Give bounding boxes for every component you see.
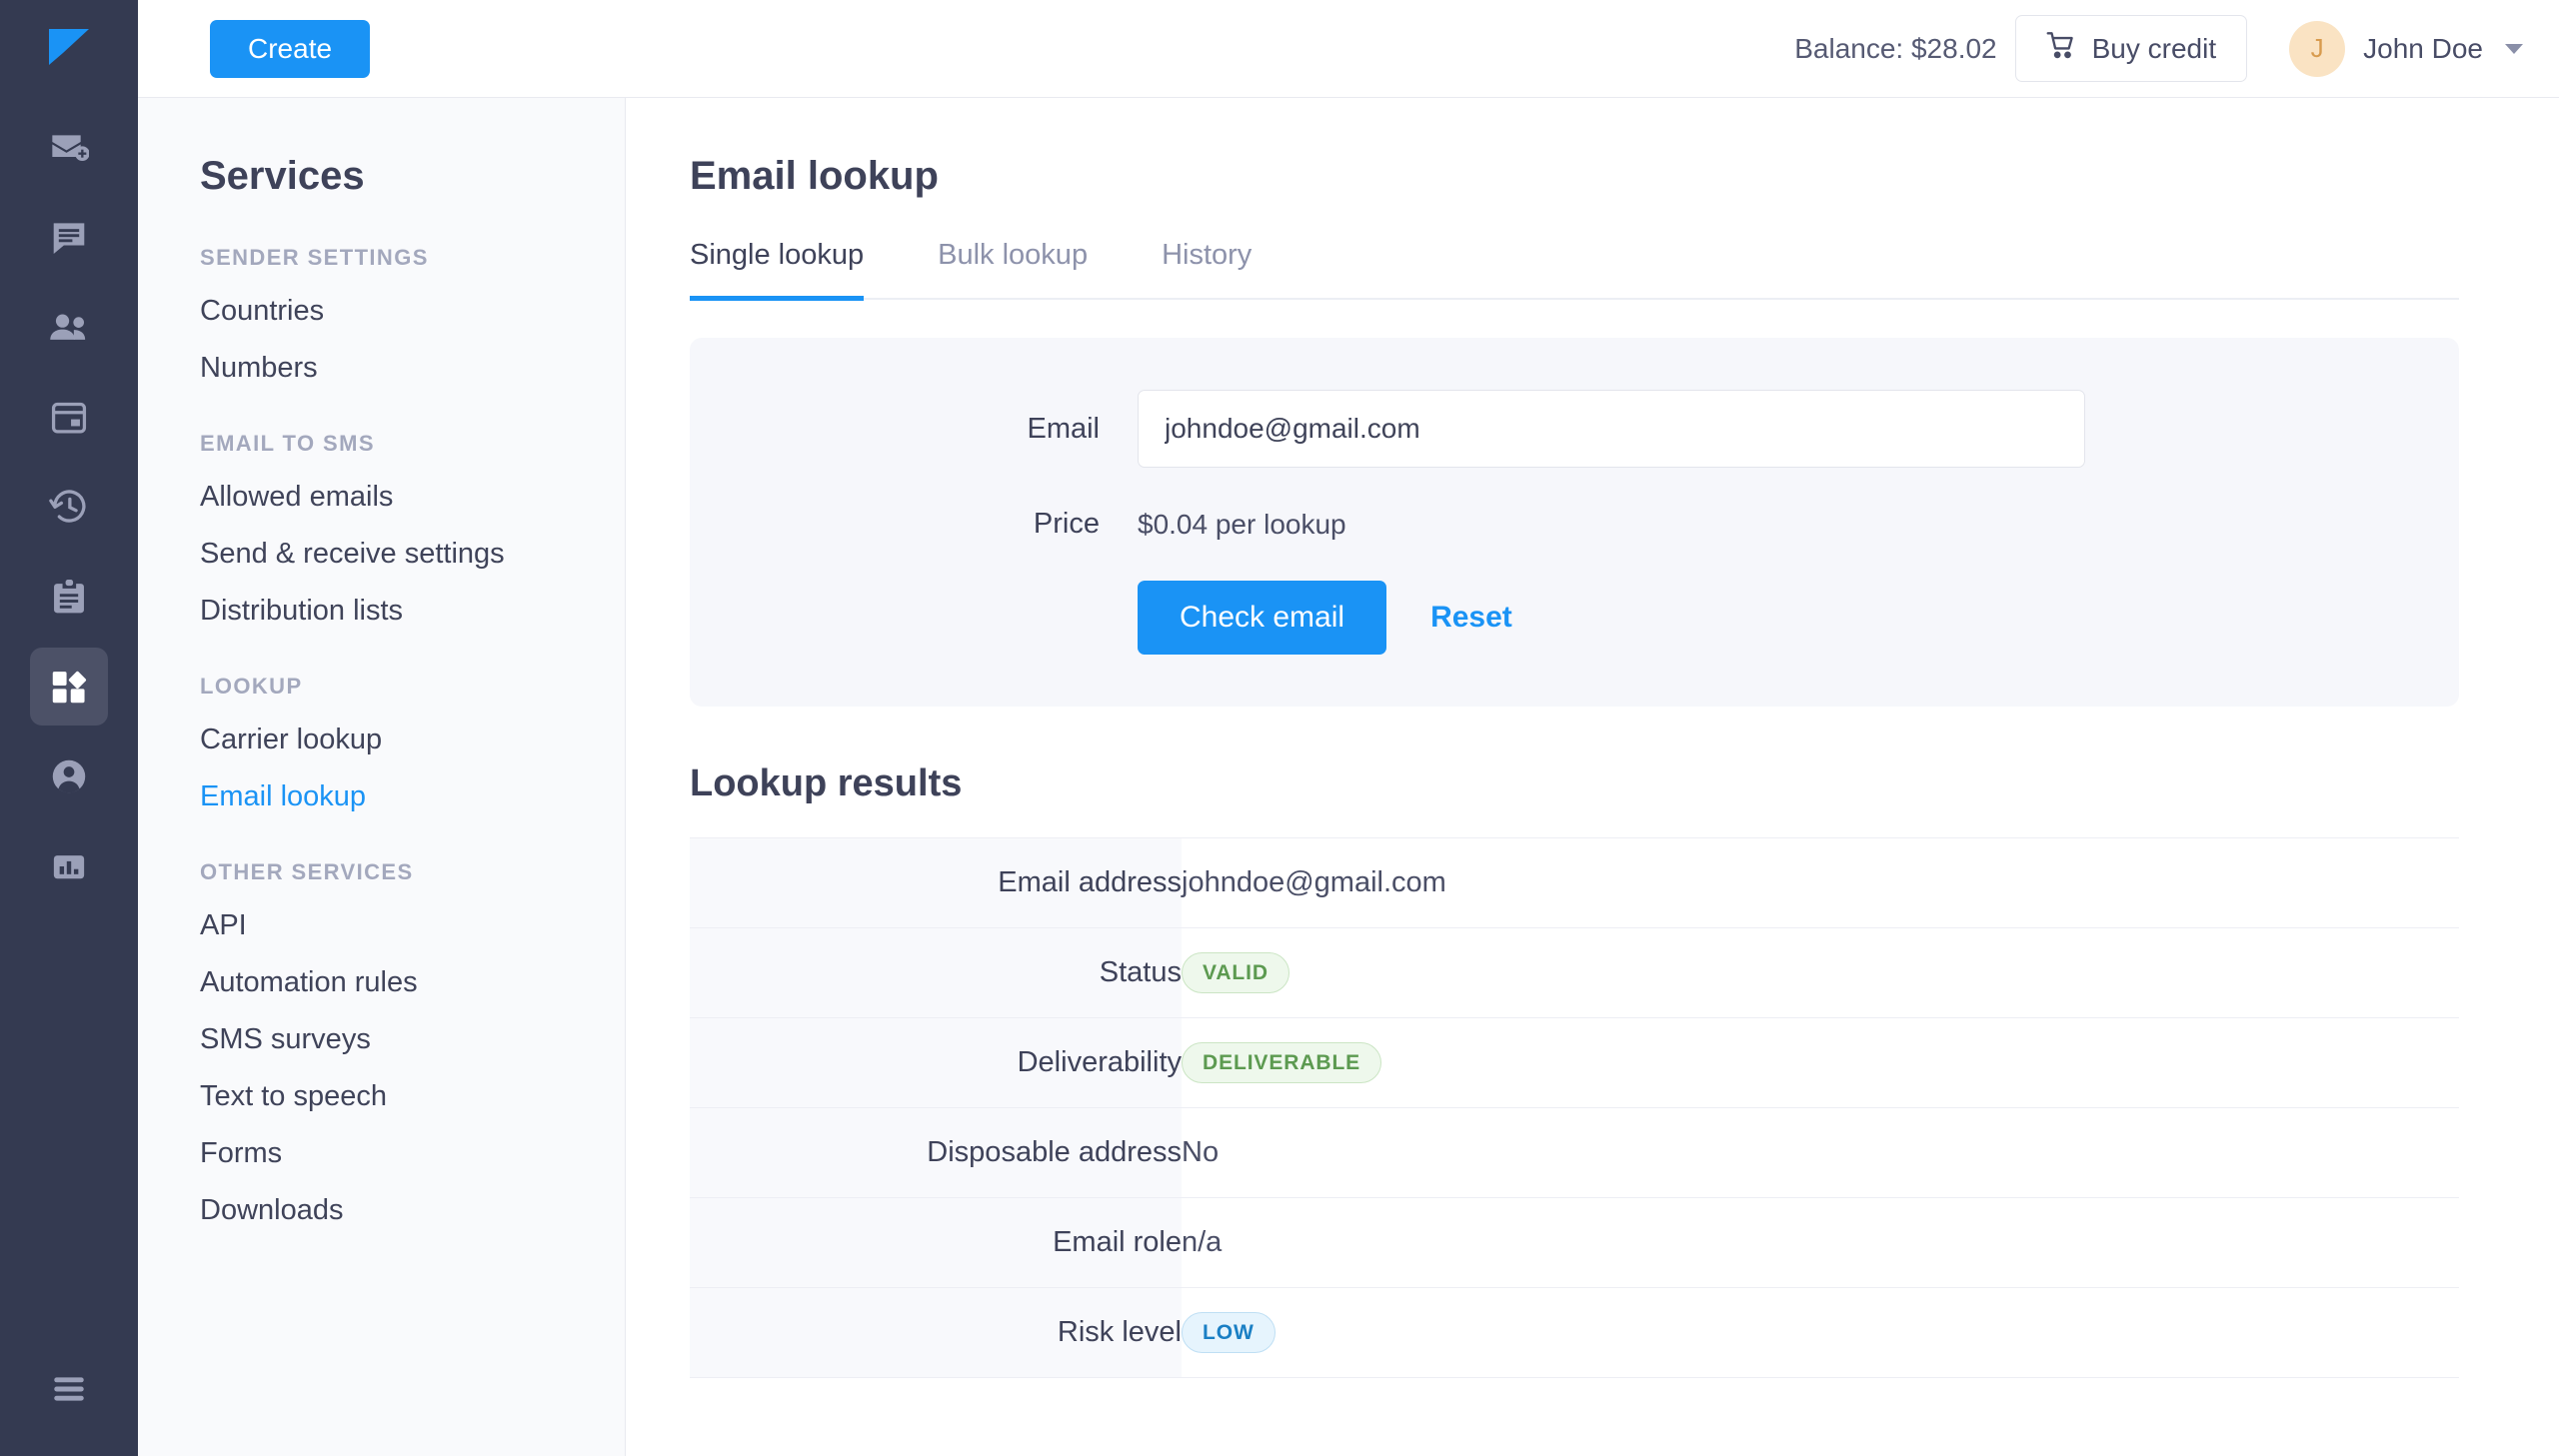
email-form-row: Email bbox=[690, 390, 2459, 468]
row-value-risk-level: LOW bbox=[1182, 1288, 2459, 1378]
row-label-email-role: Email role bbox=[690, 1197, 1182, 1288]
rail-bottom bbox=[0, 1350, 138, 1428]
actions-form-row: Check email Reset bbox=[690, 581, 2459, 655]
check-email-button[interactable]: Check email bbox=[1138, 581, 1387, 655]
lookup-results-table: Email address johndoe@gmail.com Status V… bbox=[690, 837, 2459, 1378]
price-form-row: Price $0.04 per lookup bbox=[690, 508, 2459, 541]
body-row: Services SENDER SETTINGS Countries Numbe… bbox=[138, 98, 2559, 1456]
row-label-deliverability: Deliverability bbox=[690, 1017, 1182, 1108]
row-label-status: Status bbox=[690, 927, 1182, 1018]
buy-credit-button[interactable]: Buy credit bbox=[2014, 15, 2248, 82]
table-row: Deliverability DELIVERABLE bbox=[690, 1017, 2459, 1108]
avatar: J bbox=[2289, 20, 2346, 77]
chevron-down-icon bbox=[2505, 43, 2523, 54]
price-value: $0.04 per lookup bbox=[1138, 508, 1346, 540]
tab-single-lookup[interactable]: Single lookup bbox=[690, 239, 865, 301]
lookup-form-panel: Email Price $0.04 per lookup Check email… bbox=[690, 338, 2459, 707]
row-value-email-role: n/a bbox=[1182, 1226, 1223, 1258]
row-label-risk-level: Risk level bbox=[690, 1287, 1182, 1378]
hamburger-menu-icon[interactable] bbox=[30, 1350, 108, 1428]
content-pane: Email lookup Single lookup Bulk lookup H… bbox=[626, 98, 2559, 1456]
sidebar-item-send-receive-settings[interactable]: Send & receive settings bbox=[138, 514, 625, 571]
table-row: Email address johndoe@gmail.com bbox=[690, 837, 2459, 928]
sidebar-item-carrier-lookup[interactable]: Carrier lookup bbox=[138, 700, 625, 756]
page-title: Email lookup bbox=[690, 154, 939, 198]
sidebar-item-distribution-lists[interactable]: Distribution lists bbox=[138, 571, 625, 628]
lookup-results-title: Lookup results bbox=[690, 762, 963, 804]
bar-chart-icon[interactable] bbox=[30, 827, 108, 905]
sidebar-item-sms-surveys[interactable]: SMS surveys bbox=[138, 999, 625, 1056]
price-label: Price bbox=[1033, 508, 1100, 540]
sidebar-item-api[interactable]: API bbox=[138, 885, 625, 942]
row-label-disposable-address: Disposable address bbox=[690, 1107, 1182, 1198]
sidebar-item-downloads[interactable]: Downloads bbox=[138, 1170, 625, 1227]
top-header: Create Balance: $28.02 Buy credit J John… bbox=[138, 0, 2559, 98]
row-label-email-address: Email address bbox=[690, 837, 1182, 928]
calendar-icon[interactable] bbox=[30, 378, 108, 456]
sidebar-item-allowed-emails[interactable]: Allowed emails bbox=[138, 457, 625, 514]
account-circle-icon[interactable] bbox=[30, 737, 108, 815]
row-value-email-address: johndoe@gmail.com bbox=[1182, 866, 1446, 898]
shopping-cart-icon bbox=[2046, 31, 2076, 66]
chat-bubble-icon[interactable] bbox=[30, 198, 108, 276]
tab-bulk-lookup[interactable]: Bulk lookup bbox=[938, 239, 1088, 301]
clipboard-icon[interactable] bbox=[30, 558, 108, 636]
table-row: Risk level LOW bbox=[690, 1287, 2459, 1378]
sidebar-item-automation-rules[interactable]: Automation rules bbox=[138, 942, 625, 999]
risk-level-badge: LOW bbox=[1182, 1312, 1276, 1353]
tab-history[interactable]: History bbox=[1162, 239, 1252, 301]
sidebar-item-countries[interactable]: Countries bbox=[138, 271, 625, 328]
status-badge: VALID bbox=[1182, 952, 1289, 993]
history-clock-icon[interactable] bbox=[30, 468, 108, 546]
balance-label: Balance: $28.02 bbox=[1794, 32, 1997, 64]
sidebar-title: Services bbox=[200, 154, 365, 198]
sidebar-group-email-to-sms: EMAIL TO SMS bbox=[200, 431, 375, 456]
sidebar-group-lookup: LOOKUP bbox=[200, 674, 303, 699]
speech-bubble-logo-icon[interactable] bbox=[39, 20, 99, 72]
table-row: Disposable address No bbox=[690, 1107, 2459, 1198]
user-name: John Doe bbox=[2363, 32, 2483, 64]
buy-credit-label: Buy credit bbox=[2091, 32, 2217, 64]
form-actions: Check email Reset bbox=[1138, 581, 1512, 655]
services-grid-icon[interactable] bbox=[30, 648, 108, 726]
contacts-people-icon[interactable] bbox=[30, 288, 108, 366]
table-row: Email role n/a bbox=[690, 1197, 2459, 1288]
app-root: Create Balance: $28.02 Buy credit J John… bbox=[0, 0, 2559, 1456]
user-menu[interactable]: J John Doe bbox=[2289, 20, 2523, 77]
sidebar-group-other-services: OTHER SERVICES bbox=[200, 859, 414, 884]
main-column: Create Balance: $28.02 Buy credit J John… bbox=[138, 0, 2559, 1456]
sidebar-item-email-lookup[interactable]: Email lookup bbox=[138, 756, 625, 813]
table-row: Status VALID bbox=[690, 927, 2459, 1018]
sidebar-item-forms[interactable]: Forms bbox=[138, 1113, 625, 1170]
sidebar-item-numbers[interactable]: Numbers bbox=[138, 328, 625, 385]
tab-bar: Single lookup Bulk lookup History bbox=[690, 239, 2459, 301]
email-input[interactable] bbox=[1138, 390, 2085, 468]
row-value-deliverability: DELIVERABLE bbox=[1182, 1018, 2459, 1108]
services-sidebar: Services SENDER SETTINGS Countries Numbe… bbox=[138, 98, 626, 1456]
sidebar-group-sender-settings: SENDER SETTINGS bbox=[200, 245, 429, 270]
row-value-status: VALID bbox=[1182, 928, 2459, 1018]
icon-rail bbox=[0, 0, 138, 1456]
email-label: Email bbox=[1027, 412, 1100, 445]
create-button[interactable]: Create bbox=[210, 19, 371, 78]
row-value-disposable-address: No bbox=[1182, 1136, 1220, 1168]
reset-button[interactable]: Reset bbox=[1430, 601, 1512, 635]
deliverability-badge: DELIVERABLE bbox=[1182, 1042, 1382, 1083]
envelope-plus-icon[interactable] bbox=[30, 108, 108, 186]
sidebar-item-text-to-speech[interactable]: Text to speech bbox=[138, 1056, 625, 1113]
